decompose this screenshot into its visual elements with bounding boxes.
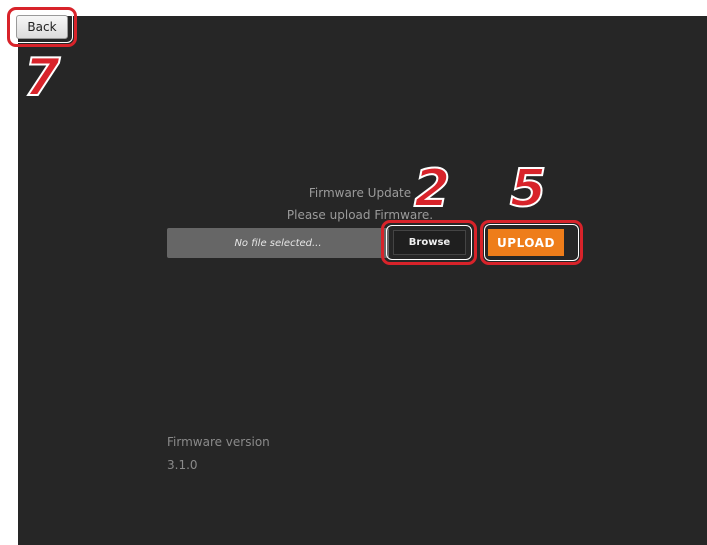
step-2-label: 2 [413,159,451,219]
page: Back 7 Firmware Update Please upload Fir… [0,0,707,545]
browse-button[interactable]: Browse [393,230,466,255]
step-5-label: 5 [509,159,547,219]
firmware-version-value: 3.1.0 [167,458,198,472]
file-name-field[interactable]: No file selected... [167,228,389,258]
step-7-label: 7 [23,48,61,108]
firmware-version-label: Firmware version [167,435,270,449]
app-screen [18,16,707,545]
back-button[interactable]: Back [16,15,68,39]
upload-button[interactable]: UPLOAD [488,229,564,256]
